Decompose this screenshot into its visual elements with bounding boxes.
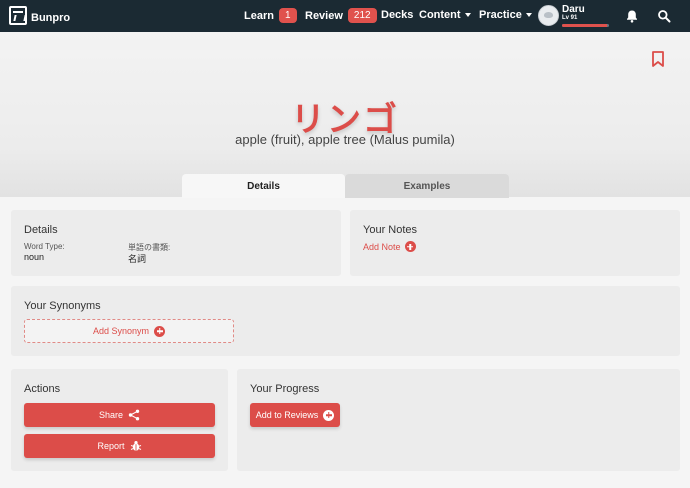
brand-name: Bunpro [31, 11, 71, 24]
add-note-button[interactable]: Add Note [363, 241, 416, 252]
nav-review[interactable]: Review 212 [305, 8, 377, 24]
bookmark-icon[interactable] [651, 51, 665, 67]
report-label: Report [97, 441, 125, 451]
plus-circle-icon [154, 325, 166, 337]
details-card: Details Word Type: noun 単語の書類: 名詞 [11, 210, 341, 276]
brand-logo[interactable]: Bunpro [9, 6, 70, 25]
add-synonym-label: Add Synonym [92, 326, 150, 336]
chevron-down-icon [525, 13, 532, 17]
bunpro-logo-icon [9, 6, 27, 25]
notes-card: Your Notes Add Note [350, 210, 680, 276]
add-synonym-button[interactable]: Add Synonym [24, 319, 234, 343]
details-title: Details [24, 224, 58, 236]
learn-count-badge: 1 [278, 8, 297, 23]
user-level: Lv 91 [562, 15, 578, 21]
nav-learn-label: Learn [244, 10, 274, 22]
actions-card: Actions Share Report [11, 369, 228, 471]
bug-icon [130, 441, 141, 451]
xp-progress-fill [562, 24, 607, 27]
nav-learn[interactable]: Learn 1 [244, 8, 297, 24]
nav-practice-label: Practice [479, 9, 522, 21]
synonyms-card: Your Synonyms Add Synonym [11, 286, 680, 356]
word-type-label: Word Type: [24, 242, 65, 251]
add-note-label: Add Note [363, 241, 401, 252]
notes-title: Your Notes [363, 224, 418, 236]
share-label: Share [98, 410, 124, 420]
add-to-reviews-button[interactable]: Add to Reviews [250, 403, 340, 427]
review-count-badge: 212 [347, 8, 377, 23]
user-avatar[interactable] [538, 5, 559, 26]
add-to-reviews-label: Add to Reviews [255, 410, 319, 420]
search-icon[interactable] [657, 9, 671, 23]
progress-title: Your Progress [250, 383, 320, 395]
nav-content-label: Content [419, 9, 461, 21]
nav-decks[interactable]: Decks [381, 9, 413, 21]
tab-details[interactable]: Details [182, 174, 345, 198]
synonyms-title: Your Synonyms [24, 300, 101, 312]
bell-icon[interactable] [625, 9, 639, 23]
vocab-meaning: apple (fruit), apple tree (Malus pumila) [235, 132, 455, 147]
plus-circle-icon [404, 241, 416, 252]
nav-practice[interactable]: Practice [479, 9, 532, 21]
jp-word-type-value: 名詞 [128, 254, 147, 264]
share-button[interactable]: Share [24, 403, 215, 427]
user-name[interactable]: Daru [562, 4, 585, 15]
share-icon [128, 409, 140, 421]
report-button[interactable]: Report [24, 434, 215, 458]
actions-title: Actions [24, 383, 61, 395]
plus-circle-icon [323, 409, 335, 421]
xp-progress-bar [562, 24, 609, 27]
nav-decks-label: Decks [381, 9, 414, 21]
word-type-value: noun [24, 252, 45, 262]
nav-content[interactable]: Content [419, 9, 471, 21]
chevron-down-icon [464, 13, 471, 17]
tab-examples[interactable]: Examples [345, 174, 509, 198]
nav-review-label: Review [305, 10, 343, 22]
progress-card: Your Progress Add to Reviews [237, 369, 680, 471]
top-navbar: Bunpro Learn 1 Review 212 Decks Content Pr… [0, 0, 690, 32]
